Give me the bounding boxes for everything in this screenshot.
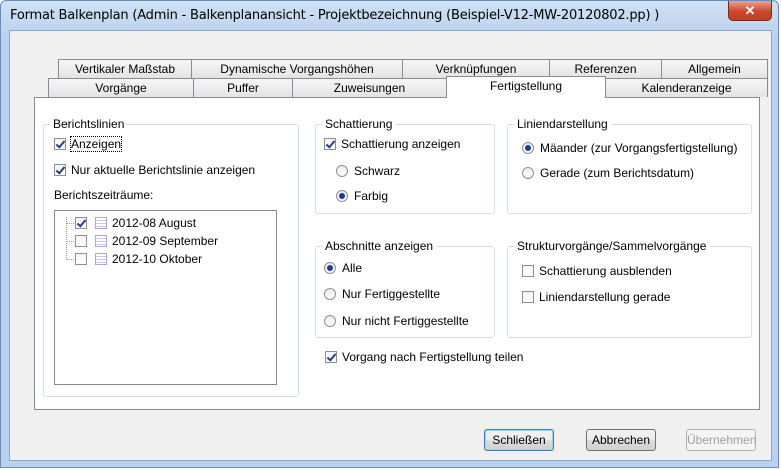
group-schattierung: Schattierung Schattierung anzeigen Schwa… (315, 117, 495, 214)
liniendarstellung-gerade-label: Liniendarstellung gerade (539, 290, 671, 304)
group-strukturvorgaenge: Strukturvorgänge/Sammelvorgänge Schattie… (507, 239, 752, 338)
tab-vorgaenge[interactable]: Vorgänge (48, 78, 194, 97)
checkbox-box (54, 138, 66, 150)
list-item[interactable]: 2012-08 August (75, 216, 196, 230)
close-button[interactable]: ✕ (728, 1, 772, 21)
group-title-berichtslinien: Berichtslinien (50, 117, 128, 131)
group-liniendarstellung: Liniendarstellung Mäander (zur Vorgangsf… (507, 117, 752, 214)
schliessen-button[interactable]: Schließen (484, 429, 554, 451)
window-title: Format Balkenplan (Admin - Balkenplanans… (10, 8, 660, 23)
checkbox-box (324, 138, 336, 150)
radio-circle (522, 167, 534, 179)
checkbox-box (325, 351, 337, 363)
nur-fertiggestellte-radio[interactable]: Nur Fertiggestellte (324, 287, 440, 301)
nur-aktuelle-label: Nur aktuelle Berichtslinie anzeigen (71, 163, 256, 177)
gerade-radio[interactable]: Gerade (zum Berichtsdatum) (522, 166, 694, 180)
list-item-label: 2012-09 September (112, 234, 219, 248)
list-item[interactable]: 2012-09 September (75, 234, 218, 248)
radio-circle (324, 262, 336, 274)
liniendarstellung-gerade-checkbox[interactable]: Liniendarstellung gerade (522, 290, 670, 304)
checkbox-box (522, 265, 534, 277)
group-title-liniendarstellung: Liniendarstellung (514, 117, 611, 131)
schattierung-anzeigen-checkbox[interactable]: Schattierung anzeigen (324, 137, 460, 151)
radio-circle (522, 142, 534, 154)
radio-circle (324, 288, 336, 300)
tab-vertikaler-massstab[interactable]: Vertikaler Maßstab (58, 59, 192, 78)
checkbox-box[interactable] (75, 253, 87, 265)
list-item[interactable]: 2012-10 Oktober (75, 252, 202, 266)
farbig-label: Farbig (354, 189, 389, 203)
schattierung-ausblenden-label: Schattierung ausblenden (539, 264, 672, 278)
group-title-strukturvorgaenge: Strukturvorgänge/Sammelvorgänge (514, 239, 710, 253)
radio-circle (324, 315, 336, 327)
schwarz-label: Schwarz (354, 164, 401, 178)
report-line-icon (95, 253, 107, 265)
group-title-abschnitte: Abschnitte anzeigen (322, 239, 437, 253)
maeander-label: Mäander (zur Vorgangsfertigstellung) (540, 141, 738, 155)
tab-puffer[interactable]: Puffer (193, 78, 293, 97)
schattierung-anzeigen-label: Schattierung anzeigen (341, 137, 461, 151)
alle-radio[interactable]: Alle (324, 261, 362, 275)
radio-circle (336, 190, 348, 202)
radio-circle (336, 165, 348, 177)
maeander-radio[interactable]: Mäander (zur Vorgangsfertigstellung) (522, 141, 737, 155)
tab-zuweisungen[interactable]: Zuweisungen (292, 78, 447, 97)
tab-fertigstellung[interactable]: Fertigstellung (446, 76, 606, 98)
tab-allgemein[interactable]: Allgemein (661, 59, 768, 78)
list-item-label: 2012-10 Oktober (112, 252, 203, 266)
checkbox-box (522, 291, 534, 303)
report-line-icon (95, 235, 107, 247)
schwarz-radio[interactable]: Schwarz (336, 164, 400, 178)
nur-aktuelle-checkbox[interactable]: Nur aktuelle Berichtslinie anzeigen (54, 163, 255, 177)
tab-dynamische-vorgangshoehen[interactable]: Dynamische Vorgangshöhen (191, 59, 403, 78)
group-abschnitte: Abschnitte anzeigen Alle Nur Fertiggeste… (315, 239, 495, 338)
group-title-schattierung: Schattierung (322, 117, 396, 131)
gerade-label: Gerade (zum Berichtsdatum) (540, 166, 695, 180)
vorgang-teilen-label: Vorgang nach Fertigstellung teilen (342, 350, 524, 364)
alle-label: Alle (342, 261, 363, 275)
anzeigen-label: Anzeigen (69, 136, 123, 152)
close-icon: ✕ (744, 3, 756, 18)
abbrechen-button[interactable]: Abbrechen (586, 429, 656, 451)
berichtszeitraeume-text: Berichtszeiträume: (54, 188, 154, 202)
report-line-icon (95, 217, 107, 229)
berichtszeitraeume-label: Berichtszeiträume: (54, 188, 153, 202)
tab-panel-fertigstellung: Berichtslinien Anzeigen Nur aktuelle Ber… (34, 97, 760, 410)
checkbox-box[interactable] (75, 217, 87, 229)
farbig-radio[interactable]: Farbig (336, 189, 388, 203)
checkbox-box (54, 164, 66, 176)
tab-kalenderanzeige[interactable]: Kalenderanzeige (605, 78, 768, 97)
schattierung-ausblenden-checkbox[interactable]: Schattierung ausblenden (522, 264, 672, 278)
list-item-label: 2012-08 August (112, 216, 197, 230)
vorgang-teilen-checkbox[interactable]: Vorgang nach Fertigstellung teilen (325, 350, 523, 364)
uebernehmen-button[interactable]: Übernehmen (686, 429, 756, 451)
nur-nicht-fertiggestellte-label: Nur nicht Fertiggestellte (342, 314, 469, 328)
checkbox-box[interactable] (75, 235, 87, 247)
nur-nicht-fertiggestellte-radio[interactable]: Nur nicht Fertiggestellte (324, 314, 469, 328)
anzeigen-checkbox[interactable]: Anzeigen (54, 136, 123, 152)
berichtszeitraeume-list[interactable]: 2012-08 August 2012-09 September 2012-10… (54, 210, 277, 385)
nur-fertiggestellte-label: Nur Fertiggestellte (342, 287, 441, 301)
